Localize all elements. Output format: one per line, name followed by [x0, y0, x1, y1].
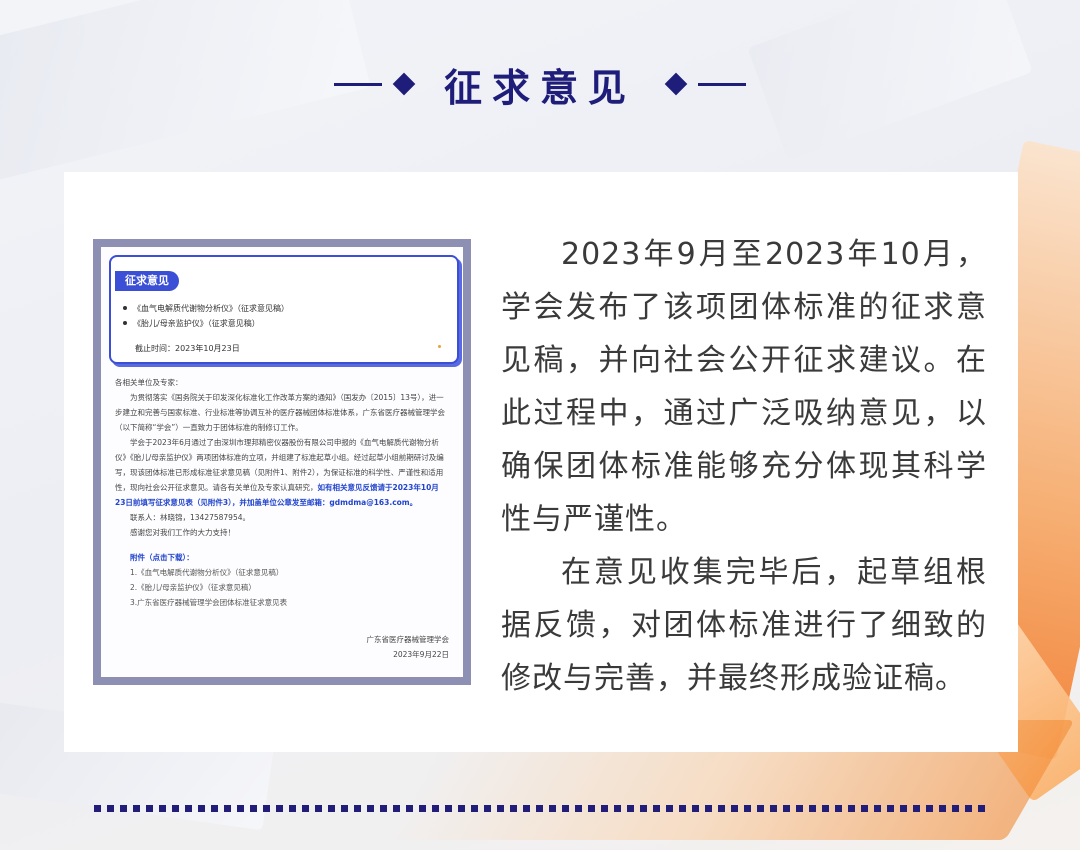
page-title: 征求意见 — [443, 65, 636, 110]
content-card: 征求意见 《血气电解质代谢物分析仪》（征求意见稿） 《胎儿/母亲监护仪》（征求意… — [64, 172, 1018, 752]
letter-thanks: 感谢您对我们工作的大力支持！ — [130, 528, 235, 537]
body-text: 2023年9月至2023年10月，学会发布了该项团体标准的征求意见稿，并向社会公… — [501, 228, 987, 705]
notice-item-label: 《胎儿/母亲监护仪》（征求意见稿） — [133, 319, 260, 328]
attachment-link[interactable]: 2.《胎儿/母亲监护仪》（征求意见稿） — [115, 580, 449, 595]
section-heading: 征求意见 — [0, 54, 1080, 114]
diamond-icon — [664, 72, 688, 96]
dotted-divider — [94, 805, 988, 812]
body-paragraph: 2023年9月至2023年10月，学会发布了该项团体标准的征求意见稿，并向社会公… — [501, 237, 987, 537]
notice-tab: 征求意见 — [115, 271, 179, 291]
notice-list: 《血气电解质代谢物分析仪》（征求意见稿） 《胎儿/母亲监护仪》（征求意见稿） — [123, 301, 289, 331]
letter-salutation: 各相关单位及专家： — [115, 378, 183, 387]
heading-left-line — [333, 82, 382, 86]
attachment-link[interactable]: 3.广东省医疗器械管理学会团体标准征求意见表 — [115, 595, 449, 610]
signature-org: 广东省医疗器械管理学会 — [366, 635, 450, 644]
signature-date: 2023年9月22日 — [393, 650, 449, 659]
diamond-icon — [392, 72, 416, 96]
screenshot-page: 征求意见 《血气电解质代谢物分析仪》（征求意见稿） 《胎儿/母亲监护仪》（征求意… — [101, 247, 463, 677]
notice-item-label: 《血气电解质代谢物分析仪》（征求意见稿） — [133, 304, 289, 313]
notice-letter: 各相关单位及专家： 为贯彻落实《国务院关于印发深化标准化工作改革方案的通知》（国… — [115, 375, 449, 662]
heading-right-line — [698, 82, 746, 86]
letter-paragraph: 为贯彻落实《国务院关于印发深化标准化工作改革方案的通知》（国发办〔2015〕13… — [115, 393, 445, 432]
attachment-link[interactable]: 1.《血气电解质代谢物分析仪》（征求意见稿） — [115, 565, 449, 580]
attachments-title: 附件（点击下载）： — [130, 553, 194, 562]
letter-contact: 联系人：林晓锦，13427587954。 — [130, 513, 250, 522]
dot-icon — [438, 345, 441, 348]
list-item: 《胎儿/母亲监护仪》（征求意见稿） — [123, 316, 289, 331]
body-paragraph: 在意见收集完毕后，起草组根据反馈，对团体标准进行了细致的修改与完善，并最终形成验… — [501, 555, 987, 696]
notice-deadline: 截止时间：2023年10月23日 — [135, 344, 240, 353]
bullet-icon — [123, 321, 127, 325]
letter-paragraph: 学会于2023年6月通过了由深圳市理邦精密仪器股份有限公司申报的《血气电解质代谢… — [115, 435, 449, 510]
list-item: 《血气电解质代谢物分析仪》（征求意见稿） — [123, 301, 289, 316]
notice-screenshot: 征求意见 《血气电解质代谢物分析仪》（征求意见稿） 《胎儿/母亲监护仪》（征求意… — [93, 239, 471, 685]
bullet-icon — [123, 306, 127, 310]
notice-box: 征求意见 《血气电解质代谢物分析仪》（征求意见稿） 《胎儿/母亲监护仪》（征求意… — [109, 255, 459, 364]
